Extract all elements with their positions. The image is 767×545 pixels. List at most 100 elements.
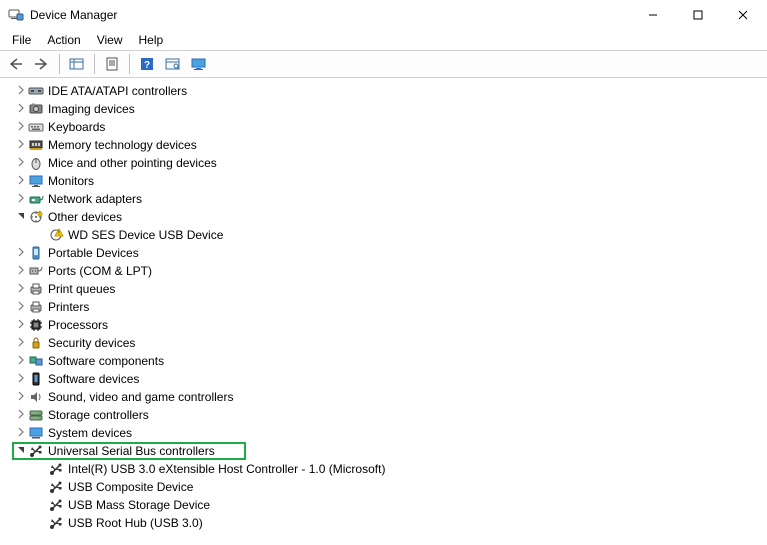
device-category[interactable]: Universal Serial Bus controllers (14, 442, 767, 460)
device-category[interactable]: Portable Devices (14, 244, 767, 262)
back-button[interactable] (4, 53, 28, 75)
scan-hardware-button[interactable] (161, 53, 185, 75)
system-icon (28, 425, 44, 441)
menu-view[interactable]: View (89, 31, 131, 49)
expand-arrow-icon[interactable] (14, 301, 28, 314)
device-category[interactable]: Sound, video and game controllers (14, 388, 767, 406)
tree-item-label: WD SES Device USB Device (68, 228, 223, 242)
minimize-button[interactable] (630, 0, 675, 30)
collapse-arrow-icon[interactable] (14, 211, 28, 224)
tree-item-label: Security devices (48, 336, 135, 350)
device-category[interactable]: Monitors (14, 172, 767, 190)
expand-arrow-icon[interactable] (14, 427, 28, 440)
device-item[interactable]: USB Mass Storage Device (14, 496, 767, 514)
device-category[interactable]: Printers (14, 298, 767, 316)
menu-file[interactable]: File (4, 31, 39, 49)
expand-arrow-icon[interactable] (14, 85, 28, 98)
device-item[interactable]: USB Root Hub (USB 3.0) (14, 514, 767, 532)
tree-item-label: Network adapters (48, 192, 142, 206)
device-category[interactable]: Software devices (14, 370, 767, 388)
monitor-button[interactable] (187, 53, 211, 75)
device-category[interactable]: Keyboards (14, 118, 767, 136)
device-category[interactable]: Print queues (14, 280, 767, 298)
close-button[interactable] (720, 0, 765, 30)
expand-arrow-icon[interactable] (14, 121, 28, 134)
usbdev-icon (48, 461, 64, 477)
device-category[interactable]: Storage controllers (14, 406, 767, 424)
window-title: Device Manager (30, 8, 117, 22)
sound-icon (28, 389, 44, 405)
tree-item-label: USB Composite Device (68, 480, 193, 494)
tree-item-label: Memory technology devices (48, 138, 197, 152)
expand-arrow-icon[interactable] (14, 283, 28, 296)
tree-item-label: IDE ATA/ATAPI controllers (48, 84, 187, 98)
maximize-button[interactable] (675, 0, 720, 30)
other-icon: ! (28, 209, 44, 225)
device-tree[interactable]: IDE ATA/ATAPI controllers Imaging devices… (0, 78, 767, 545)
security-icon (28, 335, 44, 351)
ide-icon (28, 83, 44, 99)
keyboard-icon (28, 119, 44, 135)
device-category[interactable]: Memory technology devices (14, 136, 767, 154)
expand-arrow-icon[interactable] (14, 175, 28, 188)
device-category[interactable]: ! Other devices (14, 208, 767, 226)
printq-icon (28, 281, 44, 297)
help-button[interactable]: ? (135, 53, 159, 75)
imaging-icon (28, 101, 44, 117)
device-category[interactable]: IDE ATA/ATAPI controllers (14, 82, 767, 100)
expand-arrow-icon[interactable] (14, 337, 28, 350)
swcomp-icon (28, 353, 44, 369)
expand-arrow-icon[interactable] (14, 265, 28, 278)
device-item[interactable]: USB Composite Device (14, 478, 767, 496)
expand-arrow-icon[interactable] (14, 103, 28, 116)
usbdev-icon (48, 515, 64, 531)
tree-item-label: Imaging devices (48, 102, 135, 116)
tree-item-label: Monitors (48, 174, 94, 188)
device-category[interactable]: Network adapters (14, 190, 767, 208)
device-category[interactable]: Security devices (14, 334, 767, 352)
toolbar-separator (94, 54, 95, 74)
device-category[interactable]: Software components (14, 352, 767, 370)
forward-button[interactable] (30, 53, 54, 75)
tree-item-label: Portable Devices (48, 246, 139, 260)
device-category[interactable]: Imaging devices (14, 100, 767, 118)
device-category[interactable]: Mice and other pointing devices (14, 154, 767, 172)
device-item[interactable]: Intel(R) USB 3.0 eXtensible Host Control… (14, 460, 767, 478)
expand-arrow-icon[interactable] (14, 319, 28, 332)
expand-arrow-icon[interactable] (14, 193, 28, 206)
menubar: File Action View Help (0, 30, 767, 50)
storage-icon (28, 407, 44, 423)
show-hide-console-tree-button[interactable] (65, 53, 89, 75)
expand-arrow-icon[interactable] (14, 409, 28, 422)
device-category[interactable]: Processors (14, 316, 767, 334)
toolbar: ? (0, 50, 767, 78)
tree-item-label: Printers (48, 300, 89, 314)
collapse-arrow-icon[interactable] (14, 445, 28, 458)
cpu-icon (28, 317, 44, 333)
ports-icon (28, 263, 44, 279)
expand-arrow-icon[interactable] (14, 373, 28, 386)
expand-arrow-icon[interactable] (14, 355, 28, 368)
tree-item-label: Intel(R) USB 3.0 eXtensible Host Control… (68, 462, 385, 476)
properties-button[interactable] (100, 53, 124, 75)
network-icon (28, 191, 44, 207)
device-category[interactable]: System devices (14, 424, 767, 442)
expand-arrow-icon[interactable] (14, 139, 28, 152)
device-manager-app-icon (8, 7, 24, 23)
memtech-icon (28, 137, 44, 153)
menu-help[interactable]: Help (131, 31, 172, 49)
toolbar-separator (129, 54, 130, 74)
device-item[interactable]: !WD SES Device USB Device (14, 226, 767, 244)
expand-arrow-icon[interactable] (14, 391, 28, 404)
tree-item-label: Universal Serial Bus controllers (48, 444, 215, 458)
monitor-icon (28, 173, 44, 189)
expand-arrow-icon[interactable] (14, 157, 28, 170)
tree-item-label: Keyboards (48, 120, 105, 134)
tree-item-label: Other devices (48, 210, 122, 224)
printer-icon (28, 299, 44, 315)
tree-item-label: USB Root Hub (USB 3.0) (68, 516, 203, 530)
expand-arrow-icon[interactable] (14, 247, 28, 260)
usbdev-icon (48, 497, 64, 513)
menu-action[interactable]: Action (39, 31, 88, 49)
device-category[interactable]: Ports (COM & LPT) (14, 262, 767, 280)
